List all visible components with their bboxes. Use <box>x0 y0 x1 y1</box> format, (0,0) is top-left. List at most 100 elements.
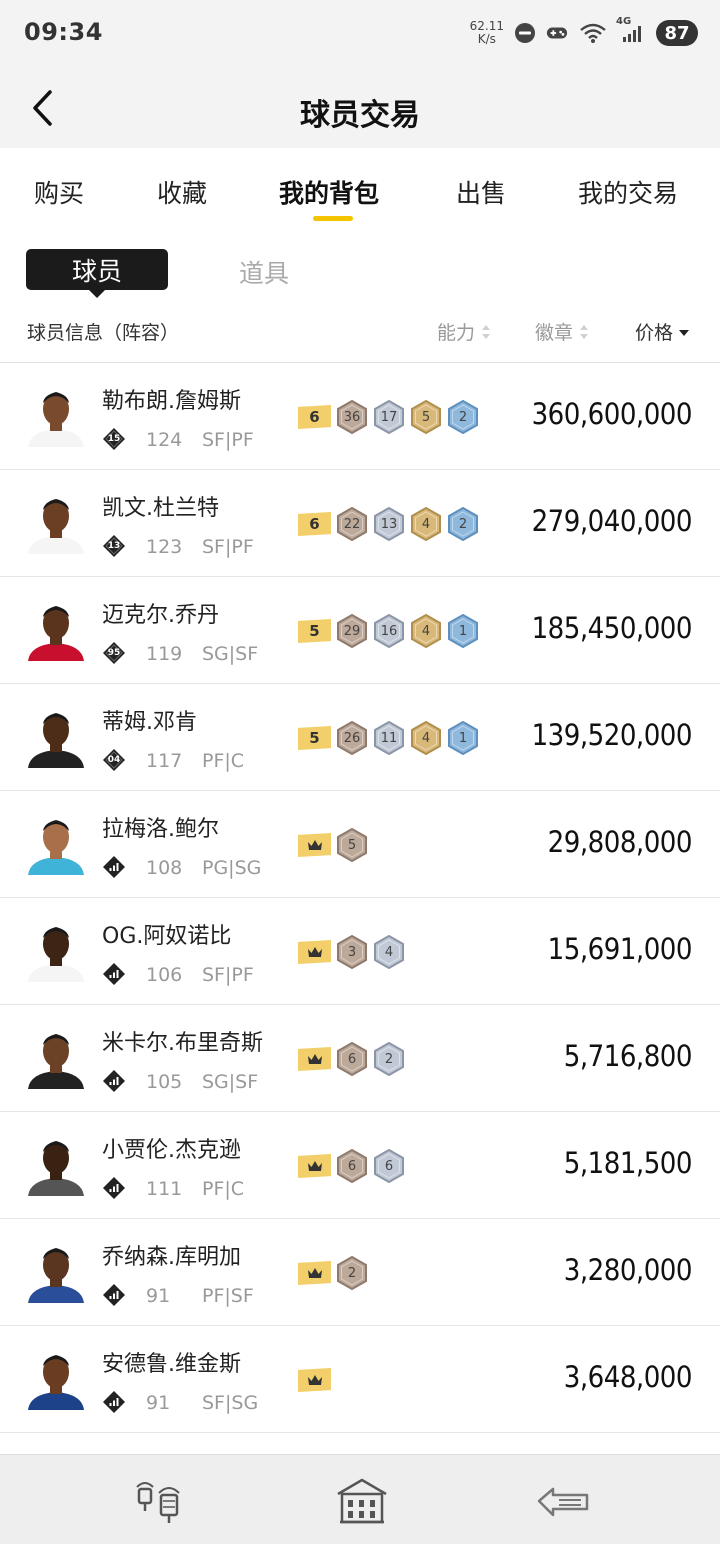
badge-hex: 16 <box>373 614 405 648</box>
badge-hex: 6 <box>336 1042 368 1076</box>
diamond-rank-icon: 95 <box>102 641 126 665</box>
badge-count: 1 <box>458 623 468 639</box>
badge-hex: 1 <box>447 721 479 755</box>
player-name: 拉梅洛.鲍尔 <box>102 817 219 842</box>
player-avatar <box>24 702 88 768</box>
player-badges: 5 26 11 4 1 <box>298 721 479 755</box>
player-name: 小贾伦.杰克逊 <box>102 1138 241 1163</box>
badge-hex: 1 <box>447 614 479 648</box>
nav-building[interactable] <box>332 1475 392 1527</box>
player-price: 5,181,500 <box>563 1146 693 1180</box>
dnd-icon <box>514 22 536 44</box>
player-row[interactable]: 乔纳森.库明加 91 PF|SF 2 3,280,000 <box>0 1219 720 1326</box>
player-rating: 91 <box>146 1392 171 1414</box>
sort-price-button[interactable]: 价格 <box>635 318 690 345</box>
crown-icon <box>307 1268 322 1278</box>
player-rating: 123 <box>146 536 183 558</box>
player-badges: 6 6 <box>298 1149 405 1183</box>
player-badges: 5 29 16 4 1 <box>298 614 479 648</box>
player-avatar <box>24 1344 88 1410</box>
player-avatar <box>24 1130 88 1196</box>
player-rating: 111 <box>146 1178 183 1200</box>
badge-hex: 2 <box>447 507 479 541</box>
sort-arrows-icon <box>580 324 589 339</box>
tab-my-trades[interactable]: 我的交易 <box>578 174 678 210</box>
tab-buy[interactable]: 购买 <box>34 174 84 210</box>
tier-crown-badge <box>298 940 331 964</box>
tab-sell[interactable]: 出售 <box>456 174 506 210</box>
tier-level-badge: 5 <box>298 726 331 750</box>
sort-desc-icon <box>679 329 690 336</box>
player-row[interactable]: 勒布朗.詹姆斯 15 124 SF|PF 6 36 17 5 2 360,600… <box>0 363 720 470</box>
tier-level-badge: 5 <box>298 619 331 643</box>
badge-hex: 5 <box>410 400 442 434</box>
status-bar: 09:34 62.11 K/s 4G 87 <box>0 0 720 66</box>
nav-lanterns[interactable] <box>130 1475 190 1527</box>
page-title: 球员交易 <box>300 98 420 133</box>
network-type: 4G <box>616 16 632 27</box>
badge-count: 29 <box>343 623 361 639</box>
crown-icon <box>307 1161 322 1171</box>
player-position: PF|C <box>202 1178 245 1200</box>
badge-hex: 17 <box>373 400 405 434</box>
player-row[interactable]: OG.阿奴诺比 106 SF|PF 3 4 15,691,000 <box>0 898 720 1005</box>
sort-ability-button[interactable]: 能力 <box>437 318 491 345</box>
column-player-info: 球员信息（阵容） <box>27 318 179 345</box>
crown-icon <box>307 840 322 850</box>
crown-icon <box>307 1375 322 1385</box>
player-price: 3,648,000 <box>563 1360 693 1394</box>
player-row[interactable]: 凯文.杜兰特 13 123 SF|PF 6 22 13 4 2 279,040,… <box>0 470 720 577</box>
main-tabs: 购买 收藏 我的背包 出售 我的交易 <box>0 148 720 234</box>
player-price: 139,520,000 <box>531 718 693 752</box>
player-position: SF|PF <box>202 429 254 451</box>
badge-hex: 2 <box>447 400 479 434</box>
badge-hex: 4 <box>373 935 405 969</box>
player-name: 迈克尔.乔丹 <box>102 603 219 628</box>
tab-favorites[interactable]: 收藏 <box>157 174 207 210</box>
player-avatar <box>24 916 88 982</box>
badge-count: 4 <box>421 730 431 746</box>
crown-icon <box>307 1054 322 1064</box>
badge-count: 4 <box>421 623 431 639</box>
net-speed-unit: K/s <box>477 32 496 46</box>
player-rating: 108 <box>146 857 183 879</box>
player-name: 米卡尔.布里奇斯 <box>102 1031 263 1056</box>
badge-count: 5 <box>347 837 357 853</box>
bottom-nav <box>0 1454 720 1544</box>
player-price: 360,600,000 <box>531 397 693 431</box>
player-rating: 119 <box>146 643 183 665</box>
tab-my-backpack[interactable]: 我的背包 <box>279 174 379 210</box>
player-price: 15,691,000 <box>547 932 693 966</box>
badge-hex: 6 <box>373 1149 405 1183</box>
status-icons: 62.11 K/s 4G 87 <box>470 16 698 50</box>
player-row[interactable]: 安德鲁.维金斯 91 SF|SG 3,648,000 <box>0 1326 720 1433</box>
player-avatar <box>24 809 88 875</box>
signal-rank-icon <box>102 855 126 879</box>
tier-crown-badge <box>298 833 331 857</box>
player-rating: 117 <box>146 750 183 772</box>
sort-badges-button[interactable]: 徽章 <box>535 318 589 345</box>
player-row[interactable]: 拉梅洛.鲍尔 108 PG|SG 5 29,808,000 <box>0 791 720 898</box>
player-badges <box>298 1363 331 1397</box>
player-badges: 3 4 <box>298 935 405 969</box>
badge-count: 3 <box>347 944 357 960</box>
badge-hex: 5 <box>336 828 368 862</box>
column-player-info-label: 球员信息（阵容） <box>27 322 180 344</box>
badge-hex: 3 <box>336 935 368 969</box>
player-avatar <box>24 595 88 661</box>
badge-hex: 13 <box>373 507 405 541</box>
tier-crown-badge <box>298 1047 331 1071</box>
subtab-players[interactable]: 球员 <box>26 249 168 290</box>
player-row[interactable]: 米卡尔.布里奇斯 105 SG|SF 6 2 5,716,800 <box>0 1005 720 1112</box>
player-row[interactable]: 蒂姆.邓肯 04 117 PF|C 5 26 11 4 1 139,520,00… <box>0 684 720 791</box>
player-row[interactable]: 小贾伦.杰克逊 111 PF|C 6 6 5,181,500 <box>0 1112 720 1219</box>
player-badges: 6 36 17 5 2 <box>298 400 479 434</box>
badge-count: 2 <box>347 1265 357 1281</box>
nav-arrow-sign[interactable] <box>534 1475 594 1527</box>
player-row[interactable]: 迈克尔.乔丹 95 119 SG|SF 5 29 16 4 1 185,450,… <box>0 577 720 684</box>
player-list: 勒布朗.詹姆斯 15 124 SF|PF 6 36 17 5 2 360,600… <box>0 363 720 1433</box>
subtab-items[interactable]: 道具 <box>239 254 289 290</box>
gamepad-icon <box>546 22 568 44</box>
badge-hex: 4 <box>410 614 442 648</box>
tier-crown-badge <box>298 1154 331 1178</box>
